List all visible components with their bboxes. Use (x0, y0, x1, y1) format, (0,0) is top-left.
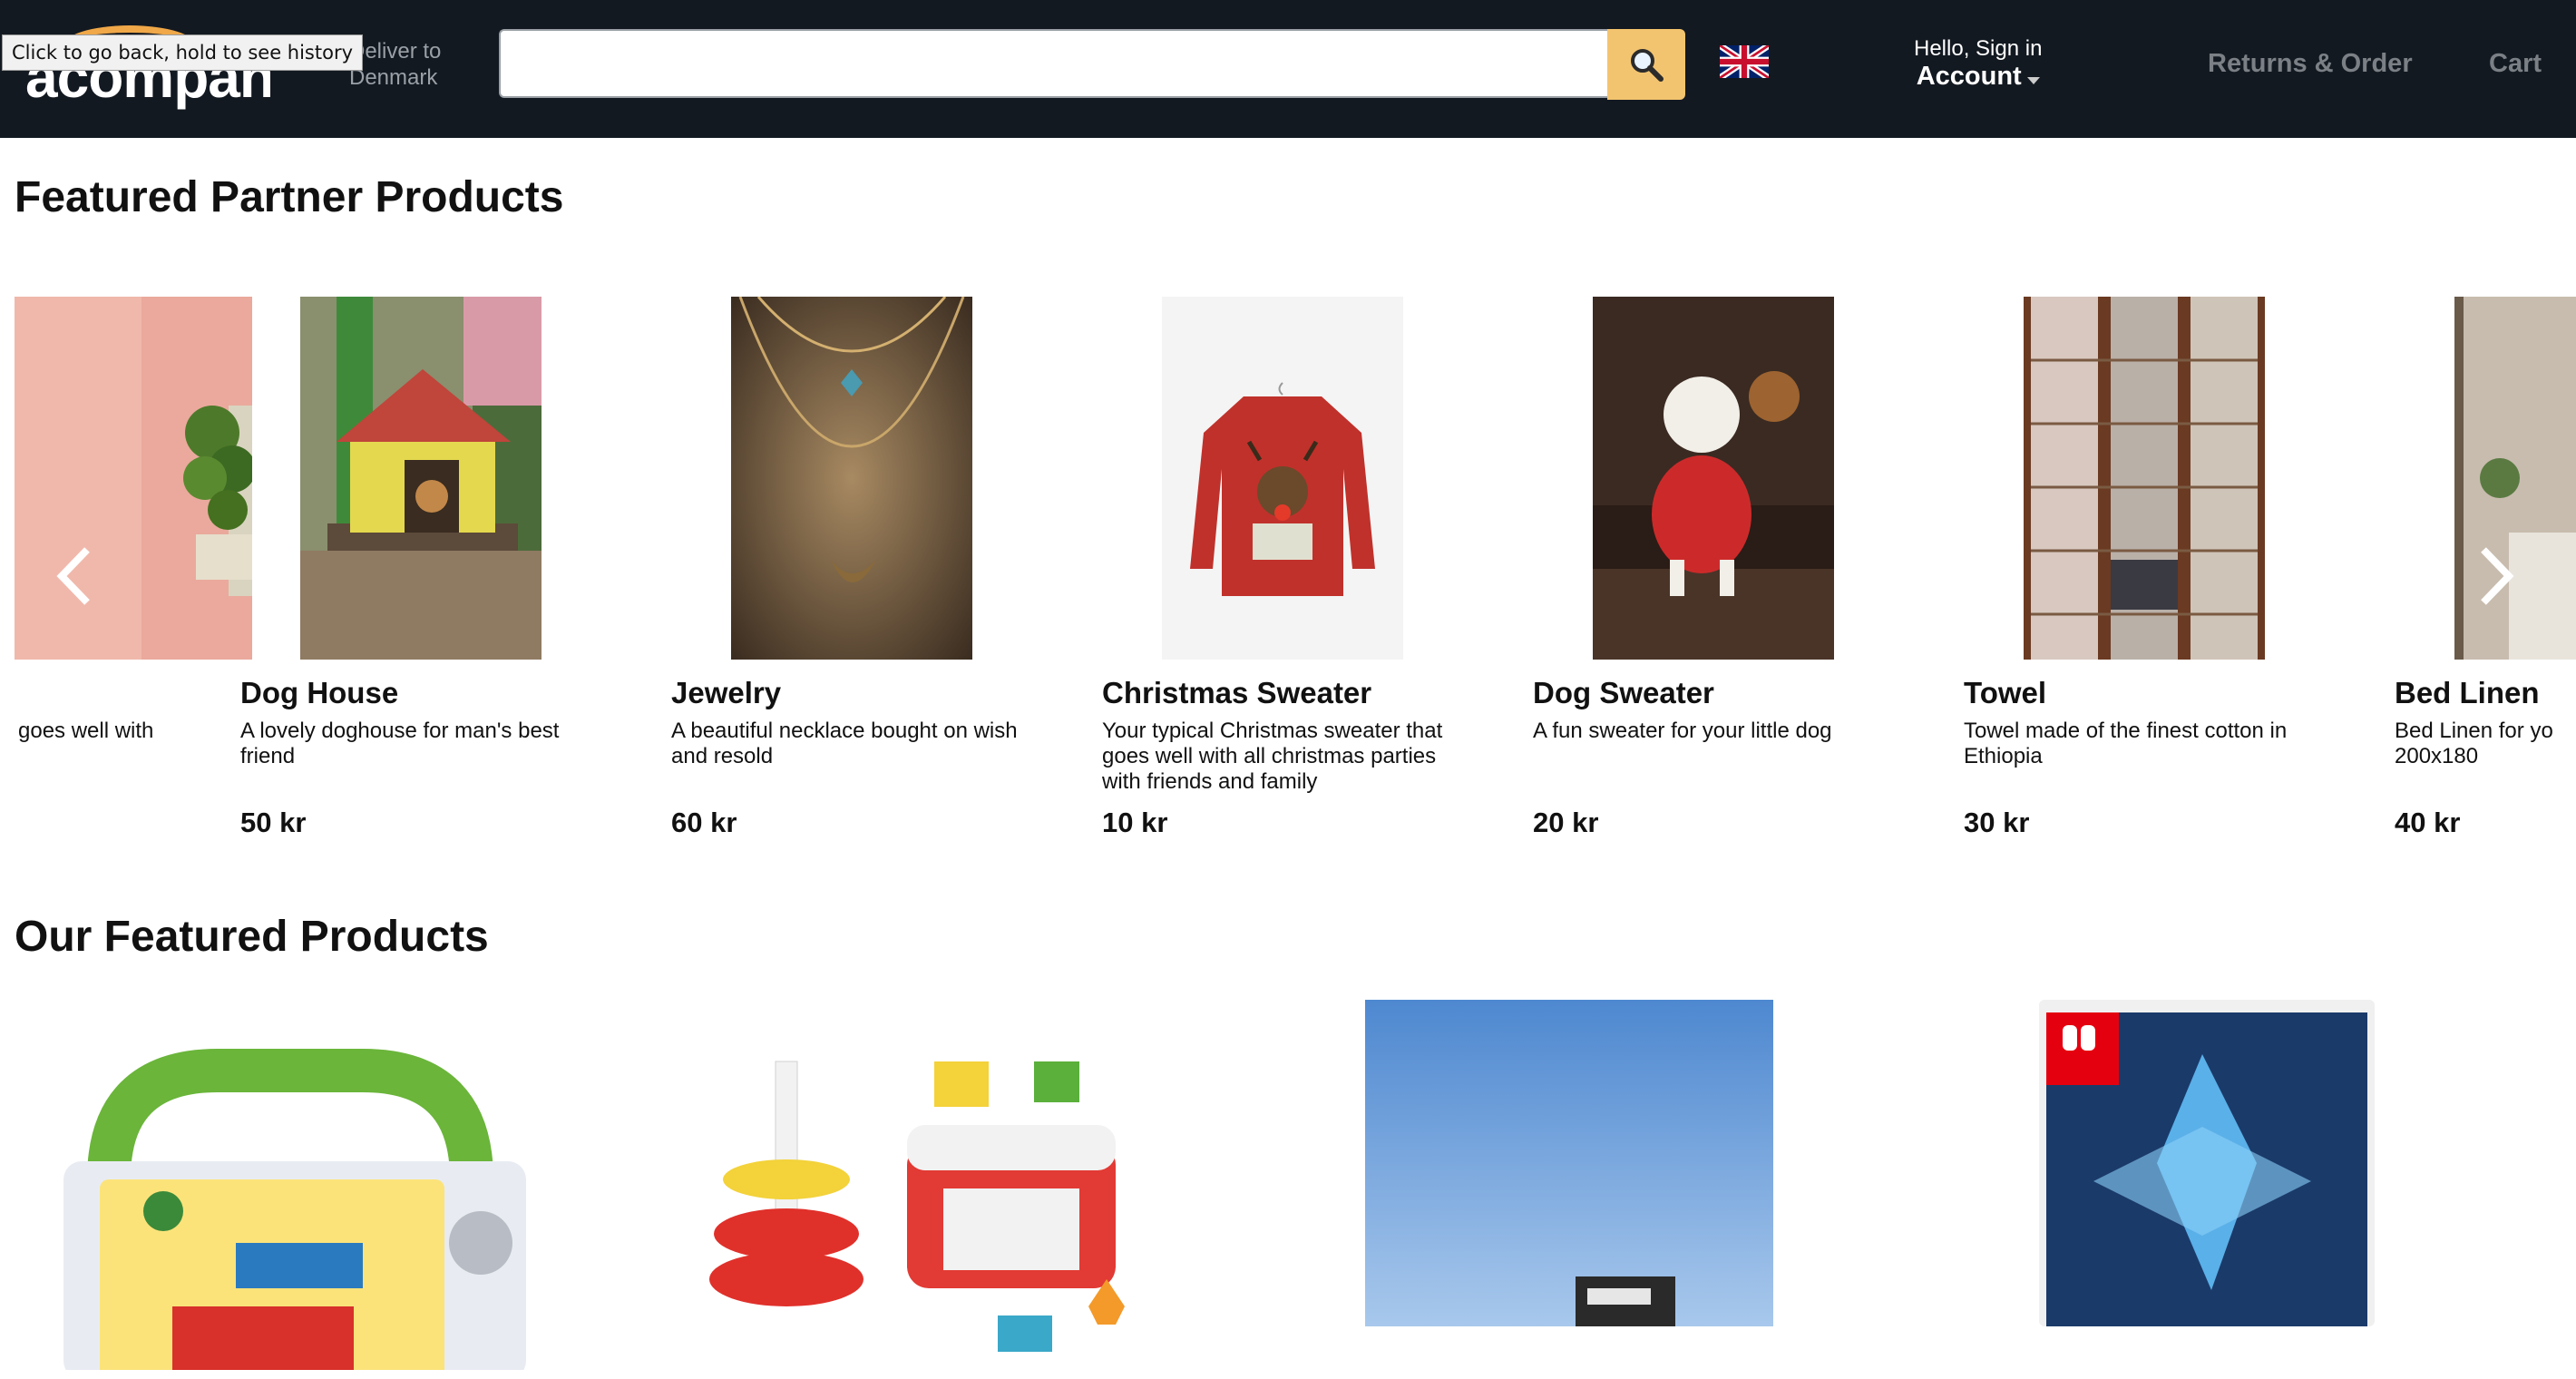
product-description: Your typical Christmas sweater that goes… (1102, 719, 1443, 794)
our-products-section-title: Our Featured Products (15, 913, 489, 961)
carousel-prev-button[interactable] (47, 531, 102, 621)
back-button-tooltip: Click to go back, hold to see history (2, 34, 364, 71)
partner-products-carousel: goes well with Dog House A lovely doghou… (0, 295, 2576, 848)
product-name: Dog Sweater (1533, 676, 1714, 709)
cart-link[interactable]: Cart (2489, 49, 2542, 79)
account-greeting: Hello, Sign in (1914, 36, 2043, 61)
product-name: Christmas Sweater (1102, 676, 1372, 709)
product-price: 40 kr (2395, 807, 2461, 838)
uk-flag-icon[interactable] (1720, 45, 1769, 78)
product-description: A beautiful necklace bought on wish and … (671, 719, 1018, 768)
product-price: 20 kr (1533, 807, 1599, 838)
account-menu[interactable]: Hello, Sign in Account (1914, 36, 2042, 91)
deliver-to-location[interactable]: Deliver to Denmark (349, 38, 441, 91)
product-image-jewelry (731, 297, 972, 660)
caret-down-icon (2026, 76, 2040, 84)
product-description: A fun sweater for your little dog (1533, 719, 1832, 743)
featured-product-learning-toy[interactable] (54, 1043, 544, 1370)
product-image-dog-sweater (1593, 297, 1834, 660)
search-input[interactable] (499, 29, 1607, 98)
product-image-towel (2024, 297, 2265, 660)
featured-product-kea[interactable] (1365, 1000, 1773, 1326)
featured-product-shape-sorter[interactable] (689, 1052, 1161, 1379)
product-description: Bed Linen for yo 200x180 (2395, 719, 2553, 768)
product-name: Dog House (240, 676, 399, 709)
chevron-right-icon (2481, 547, 2514, 605)
product-name: Jewelry (671, 676, 782, 709)
product-image-christmas-sweater (1162, 297, 1403, 660)
search-icon (1631, 49, 1664, 82)
returns-orders-link[interactable]: Returns & Order (2208, 49, 2413, 79)
featured-product-switch-game[interactable] (2039, 1000, 2375, 1326)
product-name: Towel (1964, 676, 2047, 709)
partner-section-title: Featured Partner Products (15, 173, 564, 221)
product-price: 30 kr (1964, 807, 2030, 838)
deliver-to-label: Deliver to (349, 39, 442, 64)
search-button[interactable] (1607, 29, 1685, 100)
product-name: Bed Linen (2395, 676, 2540, 709)
product-price: 10 kr (1102, 807, 1168, 838)
product-image-dog-house (300, 297, 542, 660)
product-price: 50 kr (240, 807, 307, 838)
account-label: Account (1916, 62, 2022, 91)
product-description: A lovely doghouse for man's best friend (240, 719, 560, 768)
top-navigation-bar: acompany Deliver to Denmark Click to go … (0, 0, 2576, 138)
product-price: 60 kr (671, 807, 737, 838)
carousel-next-button[interactable] (2469, 531, 2523, 621)
chevron-left-icon (56, 547, 90, 605)
product-description: Towel made of the finest cotton in Ethio… (1964, 719, 2288, 768)
